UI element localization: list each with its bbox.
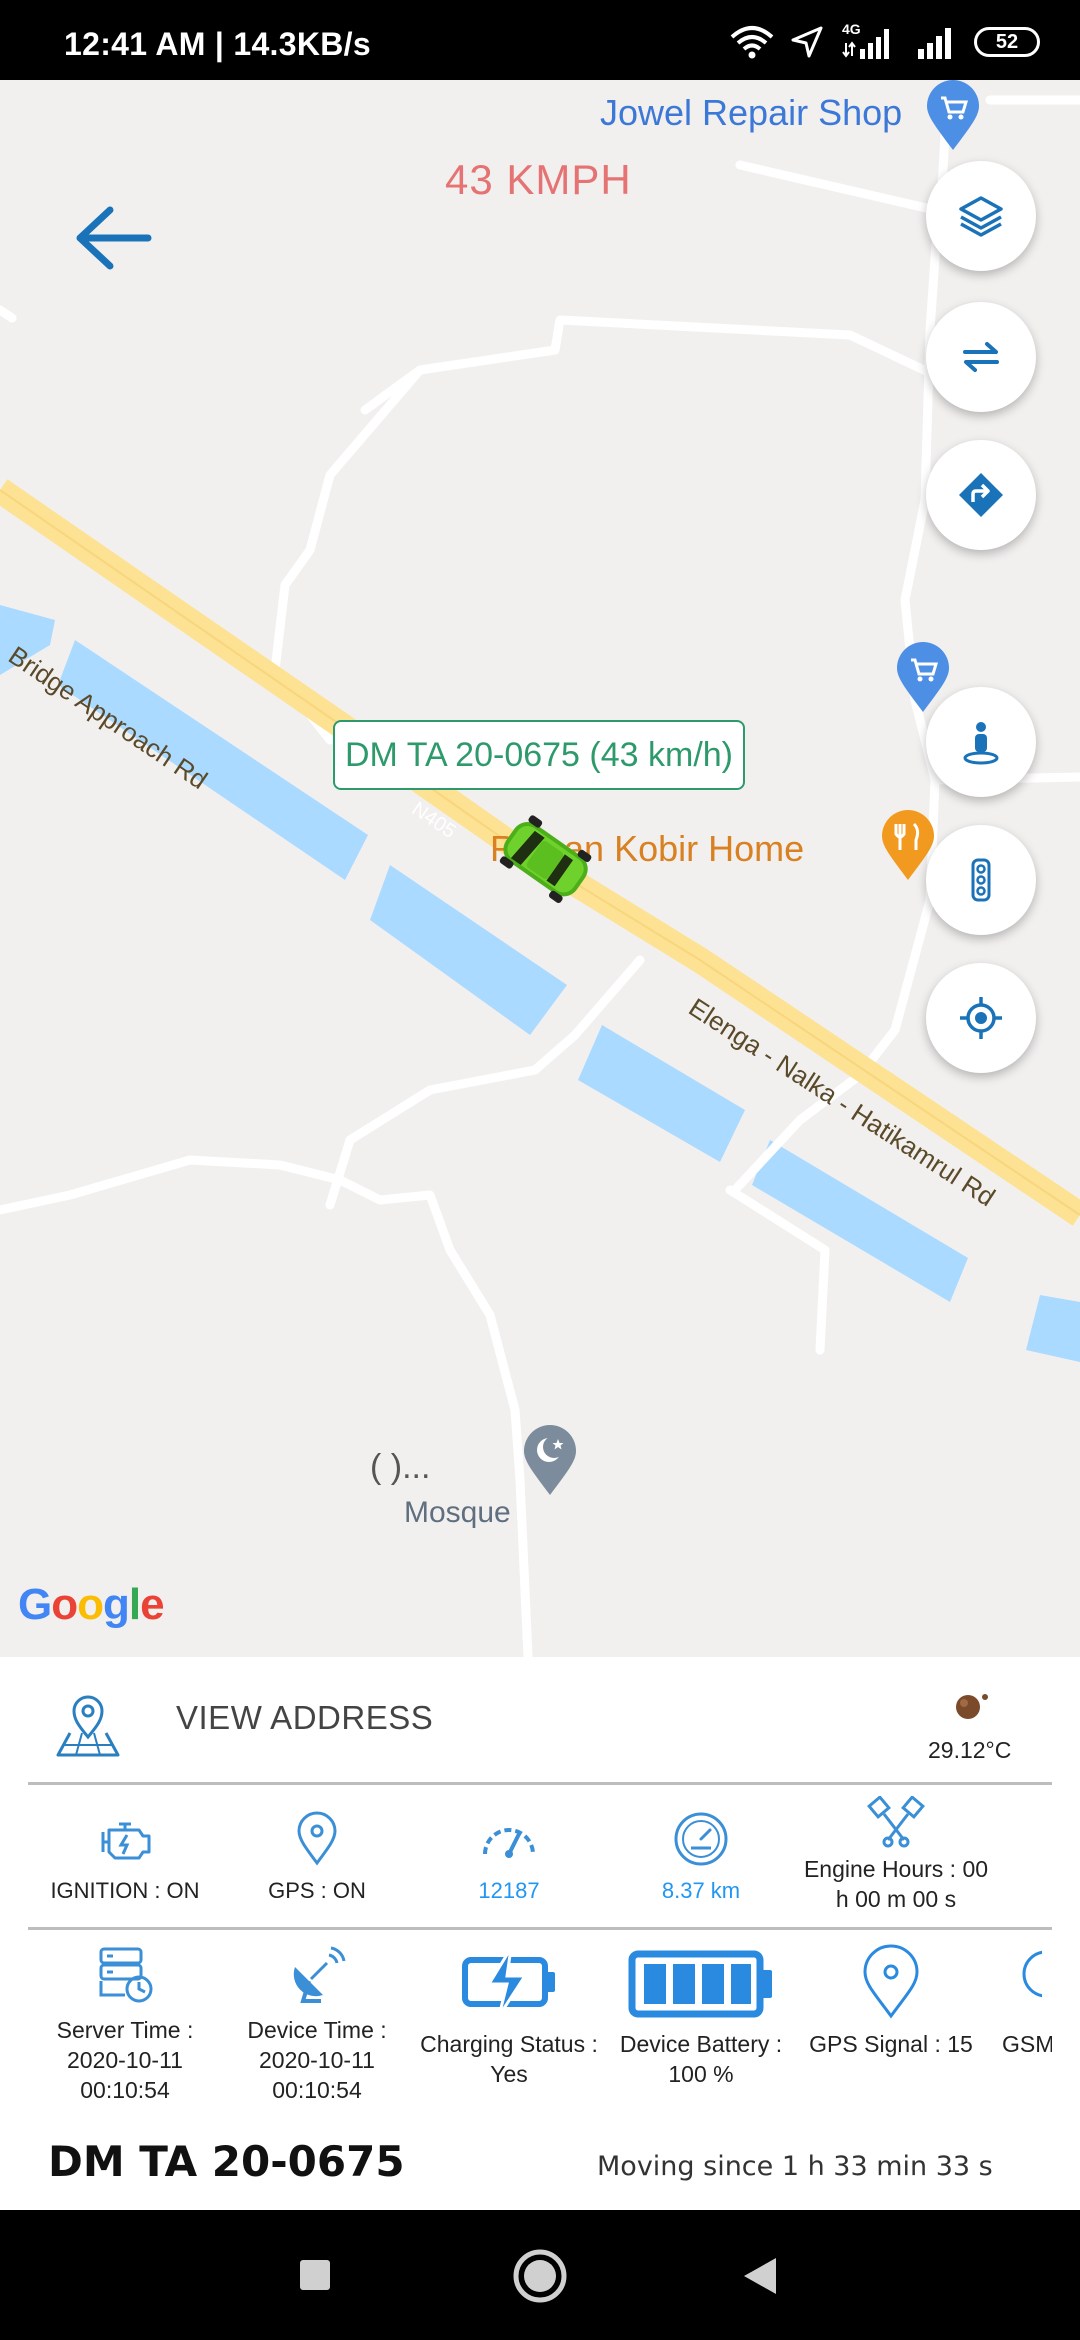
recents-button[interactable] (298, 2258, 332, 2292)
speed-title: 43 KMPH (445, 156, 632, 203)
gsm-icon (1022, 1950, 1042, 1998)
my-location-icon (960, 997, 1002, 1039)
weather-icon (956, 1694, 988, 1719)
back-arrow-icon[interactable] (72, 198, 152, 278)
ignition-stat: IGNITION : ON (30, 1809, 220, 1906)
charging-battery-icon (462, 1947, 555, 2017)
gps-stat: GPS : ON (222, 1809, 412, 1906)
charging-stat: Charging Status : Yes (414, 1942, 604, 2090)
moving-since: Moving since 1 h 33 min 33 s (597, 2151, 993, 2182)
server-time-stat: Server Time : 2020-10-11 00:10:54 (30, 1942, 220, 2106)
map-view[interactable]: Bridge Approach Rd Elenga - Nalka - Hati… (0, 80, 1080, 1657)
gps-signal-label: GPS Signal : 15 (809, 2031, 973, 2057)
gsm-stat: GSM (1002, 1942, 1052, 2060)
street-view-button[interactable] (926, 687, 1036, 797)
engine-hours-label: Engine Hours : 00 h 00 m 00 s (803, 1856, 989, 1912)
gsm-label: GSM (1002, 2031, 1052, 2057)
vehicle-info-bubble[interactable]: DM TA 20-0675 (43 km/h) (333, 720, 745, 790)
satellite-dish-icon (293, 1946, 346, 2003)
swap-arrows-icon (963, 342, 999, 372)
vehicle-details-panel: VIEW ADDRESS 29.12°C IGNITION : ON GPS :… (0, 1657, 1080, 2210)
ignition-label: IGNITION : ON (50, 1878, 200, 1903)
google-logo: Google (18, 1580, 165, 1629)
charging-label: Charging Status : Yes (420, 2031, 598, 2087)
location-arrow-icon (791, 26, 823, 58)
car-marker-icon[interactable] (480, 800, 610, 920)
status-bar: 12:41 AM | 14.3KB/s 4G 52 (0, 0, 1080, 80)
home-button[interactable] (512, 2248, 568, 2304)
device-battery-label: Device Battery : 100 % (619, 2031, 783, 2087)
layers-icon (959, 196, 1003, 237)
distance-stat: 8.37 km (606, 1809, 796, 1906)
back-button[interactable] (740, 2256, 778, 2296)
engine-hours-stat: Engine Hours : 00 h 00 m 00 s (796, 1796, 996, 1915)
mosque-pin-icon[interactable] (522, 1425, 578, 1497)
device-time-stat: Device Time : 2020-10-11 00:10:54 (222, 1942, 412, 2106)
odometer-value: 12187 (478, 1878, 540, 1903)
server-time-icon (99, 1947, 153, 2003)
traffic-light-icon (971, 858, 991, 902)
pistons-icon (867, 1796, 925, 1848)
server-time-label: Server Time : 2020-10-11 00:10:54 (56, 2017, 194, 2103)
map-pin-icon (56, 1695, 120, 1757)
full-battery-icon (628, 1950, 772, 2018)
directions-icon (959, 473, 1003, 517)
temperature-value: 29.12°C (928, 1737, 1012, 1763)
swap-button[interactable] (926, 302, 1036, 412)
engine-icon (101, 1822, 151, 1860)
location-pin-icon (863, 1944, 919, 2019)
status-time: 12:41 AM | 14.3KB/s (64, 26, 371, 62)
signal-4g-icon: 4G (840, 21, 898, 61)
vehicle-plate: DM TA 20-0675 (48, 2137, 405, 2186)
divider (28, 1782, 1052, 1785)
place-repair-shop[interactable]: Jowel Repair Shop (600, 92, 902, 134)
device-time-label: Device Time : 2020-10-11 00:10:54 (247, 2017, 387, 2103)
divider (28, 1927, 1052, 1930)
street-view-icon (963, 722, 999, 765)
place-mosque[interactable]: Mosque (404, 1496, 511, 1530)
layers-button[interactable] (926, 161, 1036, 271)
directions-button[interactable] (926, 440, 1036, 550)
speedometer-icon (483, 1828, 535, 1858)
gps-signal-stat: GPS Signal : 15 (796, 1942, 986, 2060)
shop-pin-icon[interactable] (925, 80, 981, 152)
device-battery-stat: Device Battery : 100 % (606, 1942, 796, 2090)
gps-label: GPS : ON (268, 1878, 366, 1903)
gauge-icon (674, 1812, 728, 1866)
battery-icon: 52 (974, 27, 1040, 57)
wifi-icon (730, 26, 774, 59)
vehicle-summary-row: DM TA 20-0675 Moving since 1 h 33 min 33… (0, 2117, 1080, 2210)
place-mosque-name: ( )... (370, 1448, 431, 1486)
traffic-button[interactable] (926, 825, 1036, 935)
gps-pin-icon (297, 1811, 337, 1866)
odometer-stat: 12187 (414, 1809, 604, 1906)
status-icons: 4G 52 (730, 21, 1040, 62)
view-address-row[interactable]: VIEW ADDRESS 29.12°C (0, 1657, 1080, 1782)
signal-icon (918, 28, 951, 59)
view-address-label[interactable]: VIEW ADDRESS (176, 1699, 433, 1737)
distance-value: 8.37 km (661, 1878, 741, 1903)
my-location-button[interactable] (926, 963, 1036, 1073)
navigation-bar (0, 2210, 1080, 2340)
